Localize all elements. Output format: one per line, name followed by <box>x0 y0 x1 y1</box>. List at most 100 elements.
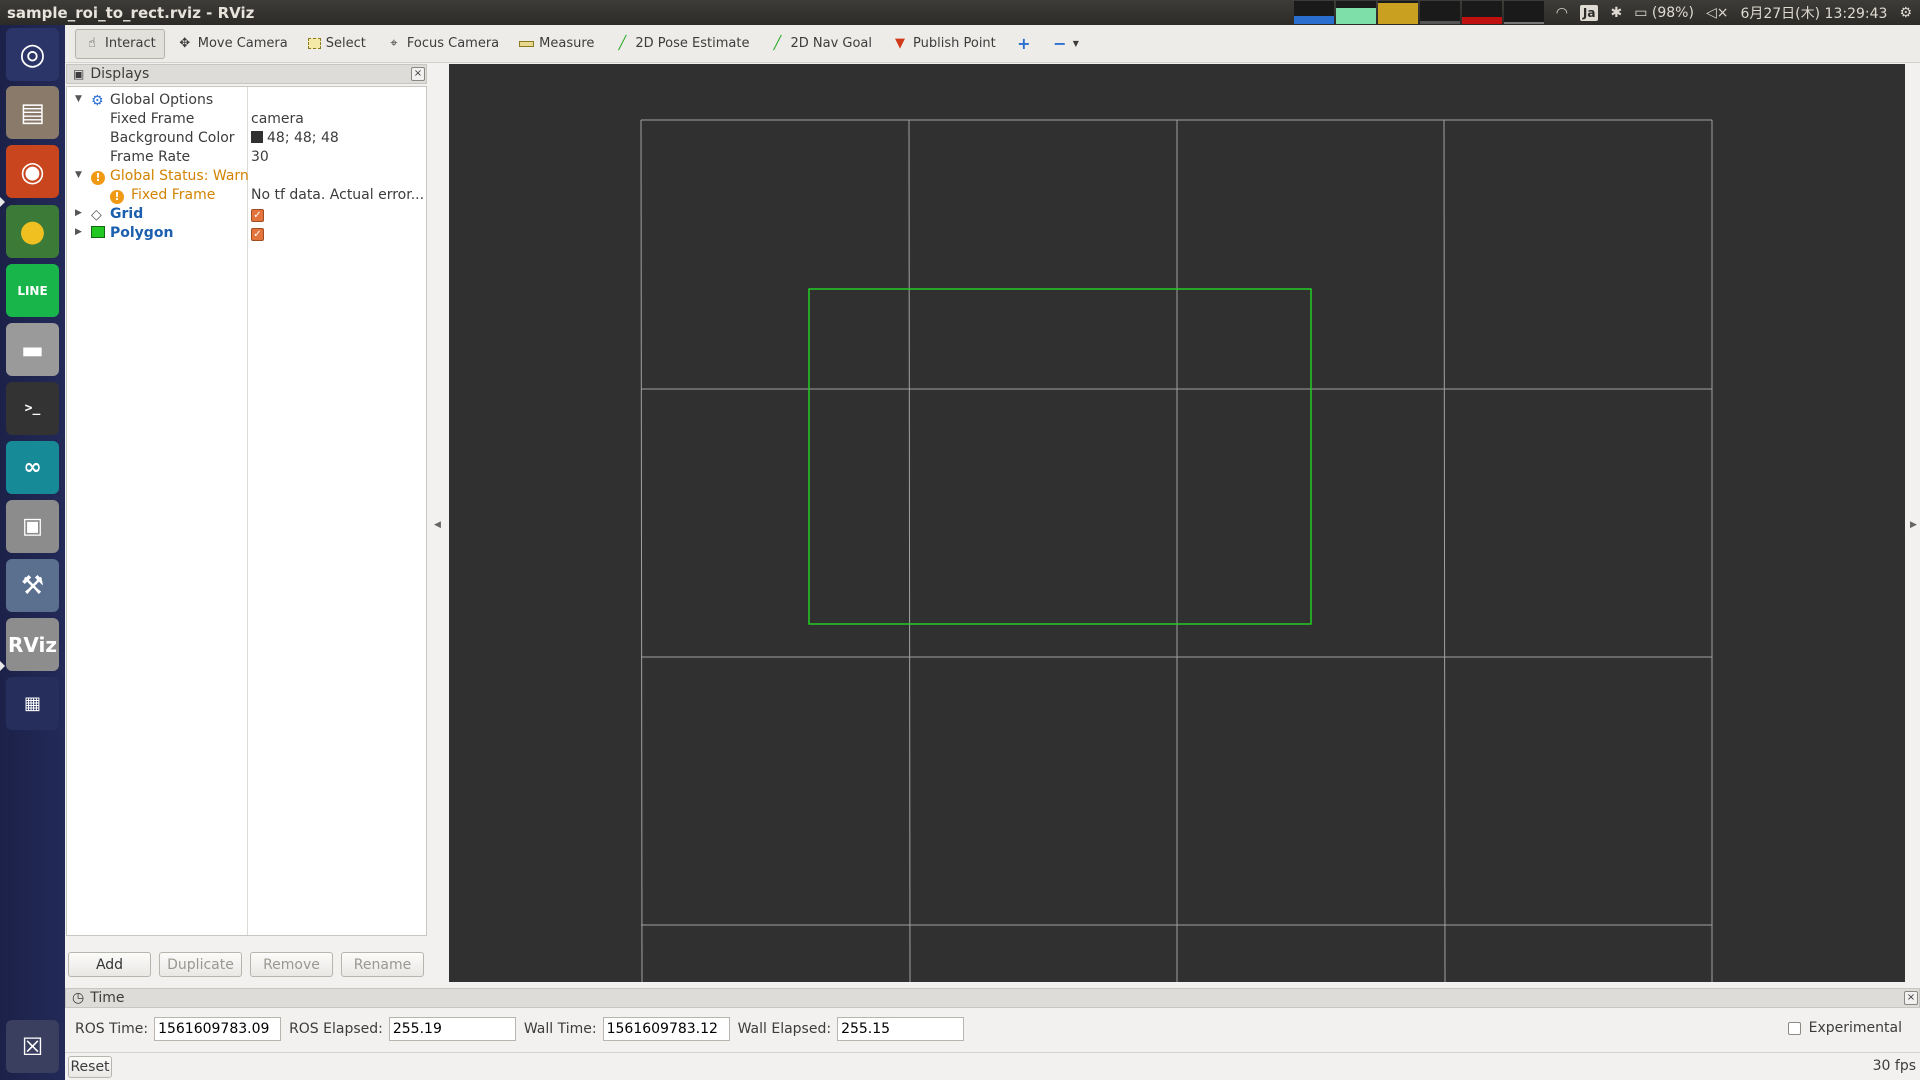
tree-row-background-color[interactable]: Background Color 48; 48; 48 <box>67 129 426 148</box>
duplicate-button[interactable]: Duplicate <box>159 952 242 977</box>
wall-time-label: Wall Time: <box>523 1021 597 1037</box>
remove-button[interactable]: Remove <box>250 952 333 977</box>
ros-time-field[interactable] <box>154 1017 282 1041</box>
chevron-down-icon[interactable]: ▼ <box>75 170 85 180</box>
arduino-icon: ∞ <box>23 455 42 480</box>
2d-pose-estimate-tool[interactable]: ╱ 2D Pose Estimate <box>606 29 757 59</box>
dash-home-button[interactable]: ◎ <box>6 28 59 81</box>
files-launcher[interactable]: ▤ <box>6 86 59 139</box>
time-panel-header: ◷ Time <box>65 988 1920 1008</box>
trash-icon: ☒ <box>21 1032 44 1061</box>
gear-icon[interactable]: ⚙ <box>1899 5 1912 21</box>
publish-point-tool[interactable]: ▼ Publish Point <box>884 29 1004 59</box>
property-value[interactable]: camera <box>251 111 304 127</box>
remove-tool-button[interactable]: − ▼ <box>1044 29 1087 59</box>
warning-icon: ! <box>91 169 105 185</box>
add-button[interactable]: Add <box>68 952 151 977</box>
experimental-toggle[interactable]: Experimental <box>1787 1020 1902 1036</box>
workspace-switcher[interactable]: ▦ <box>6 677 59 730</box>
2d-nav-goal-tool[interactable]: ╱ 2D Nav Goal <box>761 29 880 59</box>
grid-line <box>640 119 643 982</box>
gear-icon: ⚙ <box>91 93 104 109</box>
swap-graph <box>1419 1 1460 24</box>
battery-indicator[interactable]: ▭ (98%) <box>1634 5 1694 21</box>
enable-checkbox[interactable]: ✓ <box>251 206 264 222</box>
collapse-left-icon[interactable]: ◀ <box>434 520 441 530</box>
close-icon[interactable]: × <box>411 67 425 81</box>
property-value[interactable]: 48; 48; 48 <box>251 130 339 146</box>
collapse-right-icon[interactable]: ▶ <box>1910 520 1917 530</box>
tree-row-status-fixed-frame[interactable]: ! Fixed Frame No tf data. Actual error..… <box>67 186 426 205</box>
rviz-icon: RViz <box>7 632 58 657</box>
rviz-toolbar: ☝ Interact ✥ Move Camera Select ⌖ Focus Cam… <box>65 25 1920 63</box>
ros-elapsed-field[interactable] <box>388 1017 516 1041</box>
tree-label: Grid <box>110 206 144 222</box>
drive-icon: ▬ <box>21 335 44 364</box>
settings-launcher[interactable]: ⚒ <box>6 559 59 612</box>
wifi-icon[interactable]: ◠ <box>1556 5 1568 21</box>
trash-launcher[interactable]: ☒ <box>6 1020 59 1073</box>
select-tool[interactable]: Select <box>300 29 374 59</box>
volume-icon[interactable]: ◁× <box>1706 5 1729 21</box>
screenshot-launcher[interactable]: ▣ <box>6 500 59 553</box>
color-swatch <box>251 131 263 143</box>
focus-camera-tool[interactable]: ⌖ Focus Camera <box>378 29 507 59</box>
disks-launcher[interactable]: ▬ <box>6 323 59 376</box>
displays-panel-header: ▣ Displays <box>66 64 427 84</box>
minus-icon: − <box>1053 34 1067 53</box>
tree-row-grid[interactable]: ▶ ◇ Grid ✓ <box>67 205 426 224</box>
system-monitor[interactable] <box>1293 1 1544 24</box>
tree-row-global-status[interactable]: ▼ ! Global Status: Warn <box>67 167 426 186</box>
tree-row-fixed-frame[interactable]: Fixed Frame camera <box>67 110 426 129</box>
firefox-icon: ◉ <box>20 155 45 188</box>
map-pin-icon: ▼ <box>895 36 906 51</box>
wall-elapsed-field[interactable] <box>837 1017 965 1041</box>
keyboard-layout-indicator[interactable]: Ja <box>1579 4 1599 21</box>
add-tool-button[interactable]: + <box>1008 29 1040 59</box>
polygon-rectangle <box>808 288 1312 625</box>
close-icon[interactable]: × <box>1904 991 1918 1005</box>
interact-tool[interactable]: ☝ Interact <box>75 28 165 59</box>
reset-button[interactable]: Reset <box>68 1056 112 1078</box>
ubuntu-logo-icon: ◎ <box>19 37 46 72</box>
arduino-launcher[interactable]: ∞ <box>6 441 59 494</box>
firefox-launcher[interactable]: ◉ <box>6 145 59 198</box>
checkmark-icon: ✓ <box>251 209 264 222</box>
tree-row-polygon[interactable]: ▶ Polygon ✓ <box>67 224 426 243</box>
top-panel: sample_roi_to_rect.rviz - RViz ◠ Ja ✱ ▭ … <box>0 0 1920 25</box>
property-label: Fixed Frame <box>110 111 195 127</box>
chrome-launcher[interactable]: ● <box>6 205 59 258</box>
panel-title: Displays <box>90 66 150 82</box>
property-label: Background Color <box>110 130 235 146</box>
green-arrow-icon: ╱ <box>618 36 627 51</box>
load-graph <box>1461 1 1502 24</box>
chevron-right-icon[interactable]: ▶ <box>75 208 85 218</box>
measure-tool[interactable]: Measure <box>511 29 602 59</box>
line-app-icon: LINE <box>17 283 48 298</box>
wall-time-field[interactable] <box>602 1017 730 1041</box>
ros-elapsed-label: ROS Elapsed: <box>289 1021 383 1037</box>
warning-icon: ! <box>110 188 124 204</box>
clock[interactable]: 6月27日(木) 13:29:43 <box>1740 3 1887 23</box>
render-view[interactable] <box>449 64 1905 982</box>
tree-label: Polygon <box>110 225 174 241</box>
chevron-down-icon[interactable]: ▼ <box>75 94 85 104</box>
property-value[interactable]: 30 <box>251 149 269 165</box>
hand-pointer-icon: ☝ <box>88 36 96 51</box>
workspaces-icon: ▦ <box>23 693 41 714</box>
terminal-launcher[interactable]: >_ <box>6 382 59 435</box>
rename-button[interactable]: Rename <box>341 952 424 977</box>
bluetooth-icon[interactable]: ✱ <box>1610 5 1622 21</box>
ruler-icon <box>519 40 535 47</box>
experimental-checkbox[interactable] <box>1787 1021 1801 1035</box>
tree-row-global-options[interactable]: ▼ ⚙ Global Options <box>67 91 426 110</box>
fps-counter: 30 fps <box>1872 1058 1916 1074</box>
polygon-icon <box>91 226 105 240</box>
tree-row-frame-rate[interactable]: Frame Rate 30 <box>67 148 426 167</box>
line-launcher[interactable]: LINE <box>6 264 59 317</box>
enable-checkbox[interactable]: ✓ <box>251 225 264 241</box>
chevron-right-icon[interactable]: ▶ <box>75 227 85 237</box>
move-camera-tool[interactable]: ✥ Move Camera <box>169 29 296 59</box>
rviz-launcher[interactable]: RViz <box>6 618 59 671</box>
select-box-icon <box>307 38 321 49</box>
